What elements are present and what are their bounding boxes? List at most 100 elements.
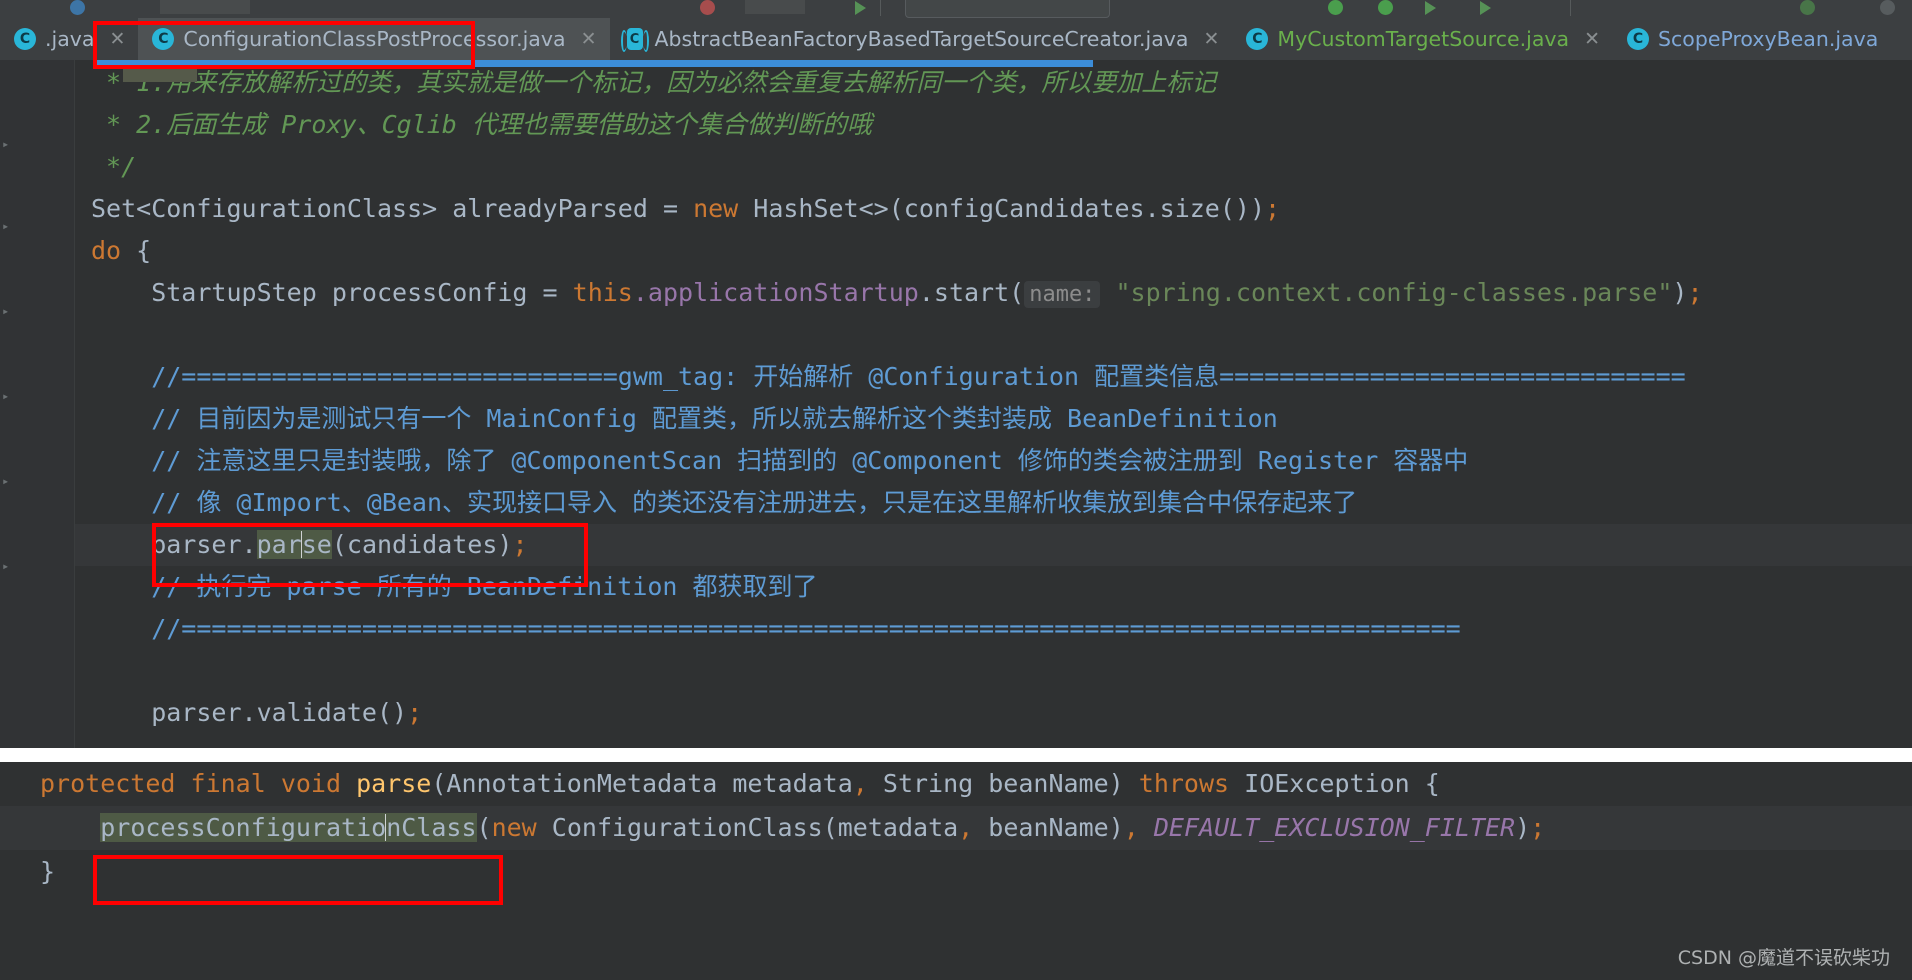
code-line[interactable]: Set<ConfigurationClass> alreadyParsed = … — [75, 188, 1912, 230]
code-line[interactable]: parser.validate(); — [75, 692, 1912, 734]
editor-tab-bar[interactable]: C .java ✕ C ConfigurationClassPostProcessor.… — [0, 18, 1912, 60]
code-lines-bottom[interactable]: protected final void parse(AnnotationMet… — [0, 762, 1912, 894]
code-line[interactable]: * 2.后面生成 Proxy、Cglib 代理也需要借助这个集合做判断的哦 — [75, 104, 1912, 146]
breadcrumb-progress-line — [93, 60, 1093, 67]
code-token: ConfigurationClass(metadata — [536, 813, 959, 842]
editor-gutter[interactable]: ▸ ▸ ▸ ▸ ▸ ▸ — [0, 60, 75, 748]
code-line[interactable]: */ — [75, 146, 1912, 188]
code-token: beanName) — [973, 813, 1124, 842]
code-token: ) — [1515, 813, 1531, 842]
code-token: do — [91, 236, 122, 265]
code-token: //======================================… — [91, 614, 1461, 643]
toolbar-separator — [880, 0, 881, 16]
code-token: */ — [91, 152, 137, 181]
code-token: , — [958, 813, 974, 842]
java-class-icon: C — [152, 28, 175, 50]
code-token: ( — [476, 813, 492, 842]
code-token: // 目前因为是测试只有一个 MainConfig 配置类，所以就去解析这个类封… — [91, 404, 1278, 433]
code-token: (AnnotationMetadata metadata — [431, 769, 853, 798]
code-line[interactable]: // 像 @Import、@Bean、实现接口导入 的类还没有注册进去，只是在这… — [75, 482, 1912, 524]
code-token: parse — [356, 769, 432, 798]
code-token: String beanName) — [867, 769, 1139, 798]
editor-tab-4[interactable]: C ScopeProxyBean.java — [1613, 18, 1891, 60]
editor-tab-2[interactable]: C AbstractBeanFactoryBasedTargetSourceCre… — [610, 18, 1233, 60]
code-token: HashSet<>(configCandidates.size()) — [738, 194, 1266, 223]
code-line[interactable]: // 执行完 parse 所有的 BeanDefinition 都获取到了 — [75, 566, 1912, 608]
run-config-selector[interactable] — [905, 0, 1110, 18]
toolbar-dropdown-ghost[interactable] — [745, 0, 805, 14]
run-button-icon[interactable] — [855, 1, 866, 15]
code-token: ; — [1530, 813, 1546, 842]
secondary-editor-pane[interactable]: protected final void parse(AnnotationMet… — [0, 762, 1912, 980]
code-token: ; — [512, 530, 528, 559]
code-token: Set<ConfigurationClass> alreadyParsed = — [91, 194, 694, 223]
editor-tab-label: ScopeProxyBean.java — [1658, 26, 1879, 51]
code-token: DEFAULT_EXCLUSION_FILTER — [1153, 813, 1516, 842]
code-token: ; — [1265, 194, 1281, 223]
toolbar-circle-icon-3[interactable] — [1328, 0, 1343, 15]
toolbar-circle-icon-2[interactable] — [700, 0, 715, 15]
java-class-icon: C — [1246, 28, 1269, 50]
fold-marker[interactable]: ▸ — [2, 138, 15, 151]
code-line[interactable]: do { — [75, 230, 1912, 272]
watermark-text: CSDN @魔道不误砍柴功 — [1677, 947, 1890, 969]
fold-marker[interactable]: ▸ — [2, 390, 15, 403]
code-line[interactable]: //=============================gwm_tag: … — [75, 356, 1912, 398]
code-token: new — [491, 813, 537, 842]
fold-marker[interactable]: ▸ — [2, 220, 15, 233]
tab-close-icon[interactable]: ✕ — [1584, 29, 1600, 49]
code-line[interactable]: * 1.用来存放解析过的类，其实就是做一个标记，因为必然会重复去解析同一个类，所… — [75, 62, 1912, 104]
fold-marker[interactable]: ▸ — [2, 475, 15, 488]
code-line[interactable]: // 目前因为是测试只有一个 MainConfig 配置类，所以就去解析这个类封… — [75, 398, 1912, 440]
run-play-icon-2[interactable] — [1425, 1, 1436, 15]
code-lines-top[interactable]: * 1.用来存放解析过的类，其实就是做一个标记，因为必然会重复去解析同一个类，所… — [75, 60, 1912, 748]
tab-close-icon[interactable]: ✕ — [109, 29, 125, 49]
code-token: ; — [407, 698, 423, 727]
code-token: } — [40, 857, 56, 886]
java-class-outlined-icon: C — [620, 28, 649, 52]
code-token: * 1.用来存放解析过的类，其实就是做一个标记，因为必然会重复去解析同一个类，所… — [91, 68, 1217, 97]
code-line[interactable] — [75, 650, 1912, 692]
ide-window: C .java ✕ C ConfigurationClassPostProcessor.… — [0, 0, 1912, 980]
java-class-icon: C — [1627, 28, 1649, 50]
code-token: processConfiguratio — [100, 813, 387, 842]
toolbar-circle-icon-1[interactable] — [70, 0, 85, 15]
code-line[interactable] — [75, 314, 1912, 356]
toolbar-circle-icon-6[interactable] — [1880, 0, 1895, 15]
editor-tab-1[interactable]: C ConfigurationClassPostProcessor.java ✕ — [138, 18, 610, 60]
code-line[interactable]: StartupStep processConfig = this.applica… — [75, 272, 1912, 314]
code-token: IOException { — [1229, 769, 1440, 798]
code-token: new — [693, 194, 739, 223]
editor-tab-0[interactable]: C .java ✕ — [0, 18, 138, 60]
code-token: par — [256, 530, 302, 559]
code-line[interactable]: parser.parse(candidates); — [75, 524, 1912, 566]
code-line[interactable]: protected final void parse(AnnotationMet… — [0, 762, 1912, 806]
code-line[interactable]: //======================================… — [75, 608, 1912, 650]
code-line[interactable]: } — [0, 850, 1912, 894]
tab-close-icon[interactable]: ✕ — [1204, 29, 1220, 49]
fold-marker[interactable]: ▸ — [2, 305, 15, 318]
java-class-letter: C — [626, 28, 643, 50]
code-token: this — [572, 278, 633, 307]
code-token: , — [852, 769, 868, 798]
editor-tab-label: .java — [45, 26, 95, 51]
pane-divider[interactable] — [0, 748, 1912, 762]
editor-tab-3[interactable]: C MyCustomTargetSource.java ✕ — [1232, 18, 1613, 60]
fold-marker[interactable]: ▸ — [2, 560, 15, 573]
debug-play-icon[interactable] — [1480, 1, 1491, 15]
tab-close-icon[interactable]: ✕ — [581, 29, 597, 49]
main-editor-pane[interactable]: ▸ ▸ ▸ ▸ ▸ ▸ * 1.用来存放解析过的类，其实就是做一个标记，因为必然… — [0, 60, 1912, 748]
code-token: (candidates) — [331, 530, 513, 559]
code-token: se — [301, 530, 332, 559]
code-token: // 注意这里只是封装哦，除了 @ComponentScan 扫描到的 @Com… — [91, 446, 1469, 475]
code-token: .start( — [918, 278, 1025, 307]
editor-tab-label: AbstractBeanFactoryBasedTargetSourceCrea… — [654, 26, 1189, 51]
toolbar-circle-icon-4[interactable] — [1378, 0, 1393, 15]
editor-tab-label: MyCustomTargetSource.java — [1277, 26, 1570, 51]
toolbar-circle-icon-5[interactable] — [1800, 0, 1815, 15]
code-line[interactable]: // 注意这里只是封装哦，除了 @ComponentScan 扫描到的 @Com… — [75, 440, 1912, 482]
code-token: //=============================gwm_tag: … — [91, 362, 1686, 391]
code-token: ; — [1687, 278, 1703, 307]
code-line[interactable]: processConfigurationClass(new Configurat… — [0, 806, 1912, 850]
